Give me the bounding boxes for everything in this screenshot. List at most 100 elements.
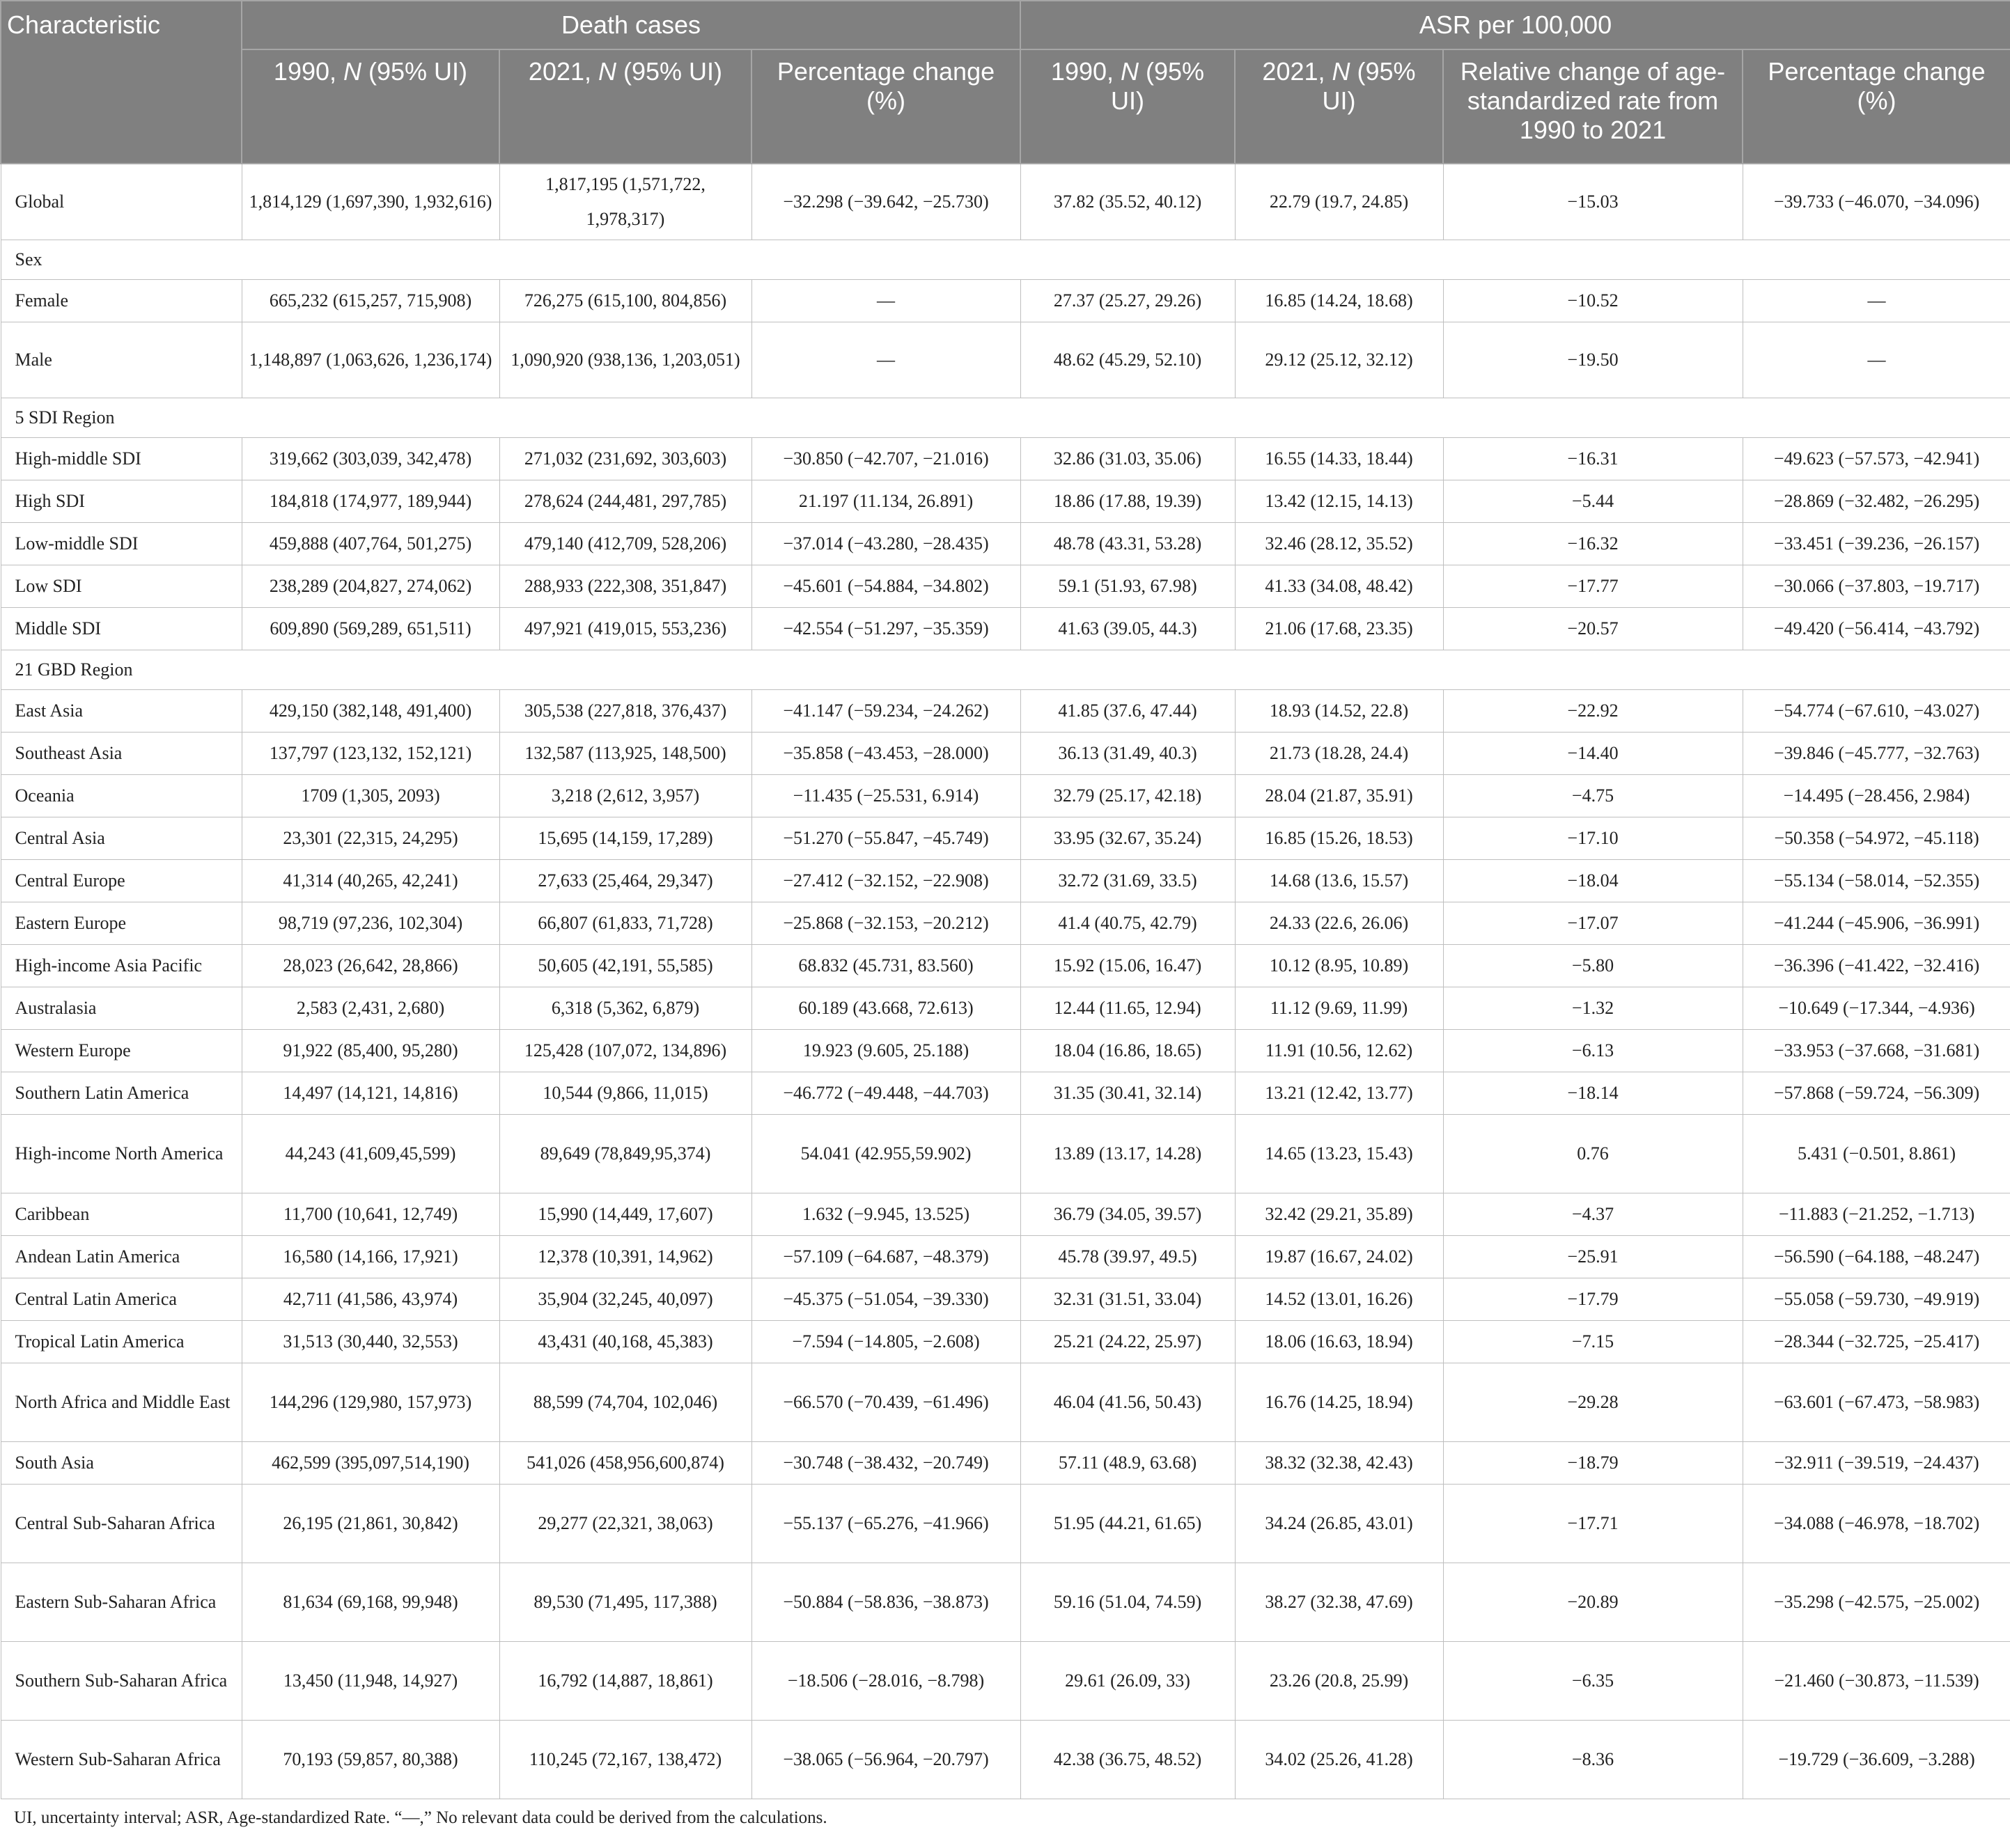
death-2021-cell: 66,807 (61,833, 71,728) [499, 902, 752, 945]
relative-change-cell: −22.92 [1442, 689, 1743, 733]
section-label: Sex [0, 240, 2010, 280]
table-row: Oceania 1709 (1,305, 2093) 3,218 (2,612, 3… [0, 774, 2010, 817]
table-row: High SDI 184,818 (174,977, 189,944) 278,62… [0, 480, 2010, 523]
death-pct-change-cell: −66.570 (−70.439, −61.496) [751, 1363, 1021, 1442]
asr-2021-cell: 32.46 (28.12, 35.52) [1234, 522, 1444, 565]
relative-change-cell: −10.52 [1442, 279, 1743, 322]
asr-2021-cell: 28.04 (21.87, 35.91) [1234, 774, 1444, 817]
relative-change-cell: −18.04 [1442, 859, 1743, 902]
asr-2021-cell: 13.42 (12.15, 14.13) [1234, 480, 1444, 523]
asr-pct-change-cell: −49.623 (−57.573, −42.941) [1742, 437, 2010, 480]
asr-pct-change-cell: −41.244 (−45.906, −36.991) [1742, 902, 2010, 945]
death-2021-cell: 88,599 (74,704, 102,046) [499, 1363, 752, 1442]
relative-change-cell: −20.89 [1442, 1563, 1743, 1642]
table-row: East Asia 429,150 (382,148, 491,400) 305,5… [0, 689, 2010, 733]
death-1990-cell: 609,890 (569,289, 651,511) [241, 607, 500, 650]
relative-change-cell: 0.76 [1442, 1114, 1743, 1193]
characteristic-cell: Western Sub-Saharan Africa [0, 1720, 242, 1799]
relative-change-cell: −20.57 [1442, 607, 1743, 650]
table-row: Central Sub-Saharan Africa 26,195 (21,861… [0, 1484, 2010, 1563]
death-2021-cell: 479,140 (412,709, 528,206) [499, 522, 752, 565]
relative-change-cell: −19.50 [1442, 322, 1743, 398]
asr-2021-cell: 38.27 (32.38, 47.69) [1234, 1563, 1444, 1642]
death-1990-cell: 23,301 (22,315, 24,295) [241, 817, 500, 860]
death-2021-cell: 1,817,195 (1,571,722, 1,978,317) [499, 163, 752, 240]
death-pct-change-cell: −27.412 (−32.152, −22.908) [751, 859, 1021, 902]
relative-change-cell: −15.03 [1442, 163, 1743, 240]
death-1990-cell: 14,497 (14,121, 14,816) [241, 1072, 500, 1115]
asr-pct-change-cell: −35.298 (−42.575, −25.002) [1742, 1563, 2010, 1642]
asr-pct-change-cell: — [1742, 279, 2010, 322]
asr-2021-cell: 13.21 (12.42, 13.77) [1234, 1072, 1444, 1115]
death-1990-cell: 11,700 (10,641, 12,749) [241, 1193, 500, 1236]
table-row: Female 665,232 (615,257, 715,908) 726,275 … [0, 279, 2010, 322]
asr-2021-cell: 21.73 (18.28, 24.4) [1234, 732, 1444, 775]
asr-pct-change-cell: −36.396 (−41.422, −32.416) [1742, 944, 2010, 987]
characteristic-cell: Central Asia [0, 817, 242, 860]
asr-2021-cell: 14.68 (13.6, 15.57) [1234, 859, 1444, 902]
asr-pct-change-cell: −39.733 (−46.070, −34.096) [1742, 163, 2010, 240]
asr-2021-cell: 16.55 (14.33, 18.44) [1234, 437, 1444, 480]
table-row: Western Sub-Saharan Africa 70,193 (59,857… [0, 1720, 2010, 1799]
asr-2021-cell: 22.79 (19.7, 24.85) [1234, 163, 1444, 240]
characteristic-cell: Eastern Sub-Saharan Africa [0, 1563, 242, 1642]
relative-change-cell: −16.31 [1442, 437, 1743, 480]
death-pct-change-cell: −50.884 (−58.836, −38.873) [751, 1563, 1021, 1642]
death-2021-cell: 271,032 (231,692, 303,603) [499, 437, 752, 480]
n-symbol: N [343, 57, 362, 86]
death-2021-cell: 12,378 (10,391, 14,962) [499, 1235, 752, 1278]
table-row: Tropical Latin America 31,513 (30,440, 32… [0, 1320, 2010, 1363]
characteristic-cell: Middle SDI [0, 607, 242, 650]
asr-2021-cell: 23.26 (20.8, 25.99) [1234, 1641, 1444, 1721]
death-2021-cell: 305,538 (227,818, 376,437) [499, 689, 752, 733]
characteristic-cell: Male [0, 322, 242, 398]
asr-2021-cell: 16.76 (14.25, 18.94) [1234, 1363, 1444, 1442]
death-2021-cell: 6,318 (5,362, 6,879) [499, 987, 752, 1030]
relative-change-cell: −25.91 [1442, 1235, 1743, 1278]
death-2021-cell: 278,624 (244,481, 297,785) [499, 480, 752, 523]
characteristic-cell: High SDI [0, 480, 242, 523]
section-row: Sex [0, 240, 2010, 280]
death-1990-cell: 44,243 (41,609,45,599) [241, 1114, 500, 1193]
death-2021-cell: 89,530 (71,495, 117,388) [499, 1563, 752, 1642]
characteristic-header: Characteristic [0, 0, 242, 164]
characteristic-cell: Central Europe [0, 859, 242, 902]
death-pct-change-cell: −57.109 (−64.687, −48.379) [751, 1235, 1021, 1278]
table-row: Andean Latin America 16,580 (14,166, 17,9… [0, 1235, 2010, 1278]
asr-2021-cell: 32.42 (29.21, 35.89) [1234, 1193, 1444, 1236]
table-body: Global 1,814,129 (1,697,390, 1,932,616) 1,… [0, 163, 2010, 1799]
asr-2021-cell: 16.85 (15.26, 18.53) [1234, 817, 1444, 860]
asr-pct-change-cell: −10.649 (−17.344, −4.936) [1742, 987, 2010, 1030]
death-pct-change-cell: — [751, 322, 1021, 398]
death-1990-cell: 459,888 (407,764, 501,275) [241, 522, 500, 565]
death-1990-cell: 1709 (1,305, 2093) [241, 774, 500, 817]
death-pct-change-cell: 21.197 (11.134, 26.891) [751, 480, 1021, 523]
death-pct-change-cell: −35.858 (−43.453, −28.000) [751, 732, 1021, 775]
death-1990-cell: 41,314 (40,265, 42,241) [241, 859, 500, 902]
relative-change-cell: −8.36 [1442, 1720, 1743, 1799]
characteristic-cell: Tropical Latin America [0, 1320, 242, 1363]
asr-1990-cell: 32.86 (31.03, 35.06) [1020, 437, 1236, 480]
asr-2021-cell: 11.91 (10.56, 12.62) [1234, 1029, 1444, 1072]
death-2021-cell: 15,695 (14,159, 17,289) [499, 817, 752, 860]
characteristic-cell: Oceania [0, 774, 242, 817]
asr-2021-cell: 34.24 (26.85, 43.01) [1234, 1484, 1444, 1563]
death-pct-change-cell: −30.850 (−42.707, −21.016) [751, 437, 1021, 480]
characteristic-cell: Global [0, 163, 242, 240]
asr-1990-cell: 31.35 (30.41, 32.14) [1020, 1072, 1236, 1115]
table-row: Southern Latin America 14,497 (14,121, 14… [0, 1072, 2010, 1115]
death-1990-cell: 31,513 (30,440, 32,553) [241, 1320, 500, 1363]
asr-pct-change-cell: — [1742, 322, 2010, 398]
relative-change-cell: −18.79 [1442, 1441, 1743, 1485]
relative-change-cell: −5.80 [1442, 944, 1743, 987]
asr-pct-change-cell: −63.601 (−67.473, −58.983) [1742, 1363, 2010, 1442]
asr-2021-cell: 16.85 (14.24, 18.68) [1234, 279, 1444, 322]
asr-1990-cell: 36.13 (31.49, 40.3) [1020, 732, 1236, 775]
death-pct-change-cell: 54.041 (42.955,59.902) [751, 1114, 1021, 1193]
death-2021-cell: 497,921 (419,015, 553,236) [499, 607, 752, 650]
asr-1990-header: 1990, N (95% UI) [1020, 49, 1236, 164]
asr-2021-cell: 18.06 (16.63, 18.94) [1234, 1320, 1444, 1363]
asr-pct-change-cell: −54.774 (−67.610, −43.027) [1742, 689, 2010, 733]
asr-header: ASR per 100,000 [1020, 0, 2010, 50]
death-2021-cell: 43,431 (40,168, 45,383) [499, 1320, 752, 1363]
